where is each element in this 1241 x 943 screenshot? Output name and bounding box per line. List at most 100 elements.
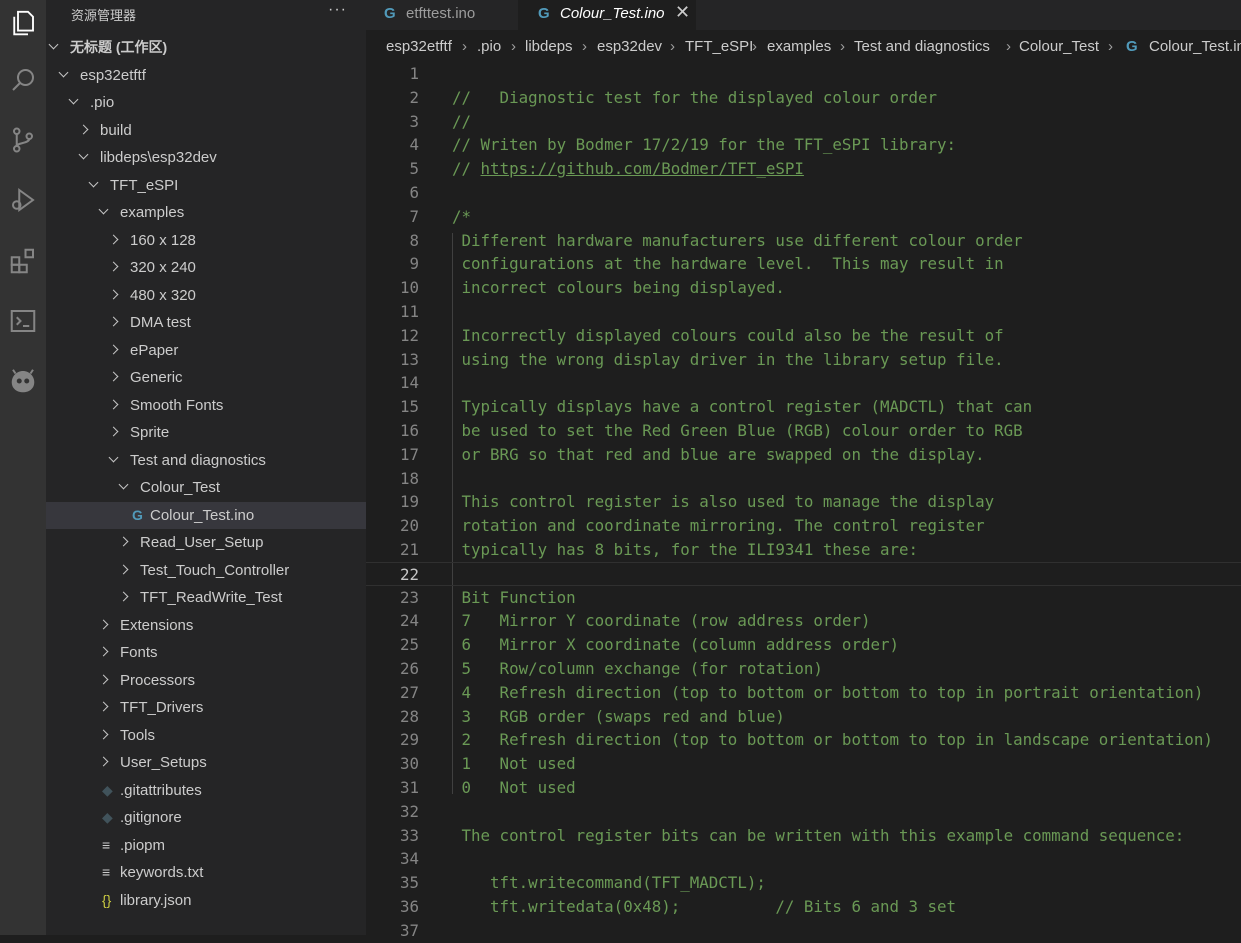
tree-folder[interactable]: esp32etftf bbox=[46, 62, 366, 89]
line-number: 28 bbox=[399, 706, 419, 726]
line-number: 36 bbox=[399, 897, 419, 916]
tree-folder[interactable]: Generic bbox=[46, 364, 366, 391]
tree-folder[interactable]: Test_Touch_Controller bbox=[46, 557, 366, 584]
editor-area: G etfttest.ino G Colour_Test.ino ✕ esp32… bbox=[366, 0, 1241, 940]
chevron-right-icon: › bbox=[752, 38, 757, 55]
tree-folder[interactable]: Extensions bbox=[46, 612, 366, 639]
terminal-icon[interactable] bbox=[0, 298, 46, 344]
breadcrumb-item[interactable]: .pio bbox=[477, 38, 501, 55]
tree-item-label: library.json bbox=[120, 891, 192, 909]
tree-folder[interactable]: DMA test bbox=[46, 309, 366, 336]
code-line: 31 0 Not used bbox=[366, 776, 1241, 800]
line-number: 16 bbox=[399, 421, 419, 440]
tree-folder[interactable]: Processors bbox=[46, 667, 366, 694]
cpp-file-icon: G bbox=[132, 506, 143, 523]
code-comment: tft.writedata(0x48); // Bits 6 and 3 set bbox=[452, 897, 957, 916]
line-number: 17 bbox=[399, 444, 419, 464]
tree-folder[interactable]: Smooth Fonts bbox=[46, 392, 366, 419]
chevron-down-icon bbox=[88, 177, 99, 187]
tab-strip: G etfttest.ino G Colour_Test.ino ✕ bbox=[366, 0, 1241, 30]
code-comment: This control register is also used to ma… bbox=[452, 492, 995, 512]
tree-folder[interactable]: TFT_eSPI bbox=[46, 172, 366, 199]
tree-folder[interactable]: TFT_ReadWrite_Test bbox=[46, 584, 366, 611]
chevron-right-icon: › bbox=[670, 38, 675, 55]
tree-folder[interactable]: examples bbox=[46, 199, 366, 226]
tree-file[interactable]: ≡ .piopm bbox=[46, 832, 366, 859]
code-line: 27 4 Refresh direction (top to bottom or… bbox=[366, 681, 1241, 705]
source-control-icon[interactable] bbox=[0, 117, 46, 163]
tree-folder[interactable]: 无标题 (工作区) bbox=[46, 34, 366, 61]
code-editor[interactable]: 1 2// Diagnostic test for the displayed c… bbox=[366, 62, 1241, 940]
tree-folder[interactable]: Colour_Test bbox=[46, 474, 366, 501]
git-file-icon: ◆ bbox=[102, 809, 113, 825]
chevron-right-icon bbox=[98, 701, 109, 712]
tree-item-label: Smooth Fonts bbox=[130, 396, 224, 414]
tree-folder[interactable]: Sprite bbox=[46, 419, 366, 446]
tree-item-label: .piopm bbox=[120, 836, 166, 854]
tree-file[interactable]: {} library.json bbox=[46, 887, 366, 914]
code-comment: 0 Not used bbox=[452, 778, 576, 797]
tree-item-label: Sprite bbox=[130, 424, 170, 441]
tree-folder[interactable]: ePaper bbox=[46, 337, 366, 364]
tree-folder[interactable]: Tools bbox=[46, 722, 366, 749]
comment-link[interactable]: https://github.com/Bodmer/TFT_eSPI bbox=[481, 159, 804, 178]
search-icon[interactable] bbox=[0, 57, 46, 103]
chevron-down-icon bbox=[108, 452, 119, 462]
platformio-icon[interactable] bbox=[0, 358, 46, 404]
tab-etfttest[interactable]: G etfttest.ino bbox=[366, 0, 518, 30]
tree-file[interactable]: ◆ .gitignore bbox=[46, 804, 366, 831]
tree-folder[interactable]: 160 x 128 bbox=[46, 227, 366, 254]
tree-folder[interactable]: Read_User_Setup bbox=[46, 529, 366, 556]
tree-folder[interactable]: .pio bbox=[46, 89, 366, 116]
breadcrumb-item[interactable]: esp32dev bbox=[597, 38, 662, 55]
chevron-right-icon bbox=[108, 261, 119, 272]
breadcrumb-item[interactable]: libdeps bbox=[525, 38, 573, 55]
breadcrumb-item[interactable]: esp32etftf bbox=[386, 38, 452, 55]
code-line: 5 // https://github.com/Bodmer/TFT_eSPI bbox=[366, 157, 1241, 181]
extensions-icon[interactable] bbox=[0, 238, 46, 284]
chevron-right-icon: › bbox=[1108, 38, 1113, 55]
tree-file[interactable]: ≡ keywords.txt bbox=[46, 859, 366, 886]
tree-file[interactable]: ◆ .gitattributes bbox=[46, 777, 366, 804]
breadcrumb-item[interactable]: Test and diagnostics bbox=[854, 38, 990, 55]
chevron-right-icon: › bbox=[582, 38, 587, 55]
code-line: 10 incorrect colours being displayed. bbox=[366, 276, 1241, 300]
code-comment: // Diagnostic test for the displayed col… bbox=[452, 87, 938, 107]
line-number: 10 bbox=[399, 278, 419, 298]
explorer-title: 资源管理器 bbox=[71, 8, 137, 23]
tree-file[interactable]: G Colour_Test.ino bbox=[46, 501, 366, 529]
tree-folder[interactable]: Test and diagnostics bbox=[46, 447, 366, 474]
code-comment: 5 Row/column exchange (for rotation) bbox=[452, 659, 823, 678]
code-comment: 3 RGB order (swaps red and blue) bbox=[452, 706, 785, 726]
chevron-right-icon: › bbox=[511, 38, 516, 55]
line-number: 4 bbox=[409, 135, 419, 155]
breadcrumb-item[interactable]: Colour_Test bbox=[1019, 38, 1099, 55]
tree-item-label: build bbox=[100, 121, 132, 139]
tree-folder[interactable]: 320 x 240 bbox=[46, 254, 366, 281]
run-debug-icon[interactable] bbox=[0, 177, 46, 223]
activity-bar bbox=[0, 0, 46, 935]
code-line: 23 Bit Function bbox=[366, 586, 1241, 610]
chevron-right-icon bbox=[108, 289, 119, 299]
line-number: 9 bbox=[409, 254, 419, 274]
breadcrumb-item[interactable]: Colour_Test.ino bbox=[1149, 38, 1241, 55]
tree-folder[interactable]: Fonts bbox=[46, 639, 366, 666]
tree-item-label: .gitattributes bbox=[120, 781, 202, 799]
code-line: 19 This control register is also used to… bbox=[366, 490, 1241, 514]
tree-folder[interactable]: 480 x 320 bbox=[46, 282, 366, 309]
json-file-icon: {} bbox=[102, 891, 112, 908]
more-actions-icon[interactable]: ··· bbox=[328, 1, 347, 19]
close-icon[interactable]: ✕ bbox=[675, 0, 690, 26]
code-line: 4 // Writen by Bodmer 17/2/19 for the TFT… bbox=[366, 133, 1241, 157]
files-icon[interactable] bbox=[0, 0, 46, 46]
breadcrumb-item[interactable]: examples bbox=[767, 38, 831, 55]
tree-folder[interactable]: TFT_Drivers bbox=[46, 694, 366, 721]
tab-colour-test[interactable]: G Colour_Test.ino ✕ bbox=[518, 0, 696, 30]
code-comment: configurations at the hardware level. Th… bbox=[452, 254, 1004, 274]
tree-item-label: Read_User_Setup bbox=[140, 534, 264, 551]
breadcrumb-item[interactable]: TFT_eSPI bbox=[685, 38, 753, 55]
tree-folder[interactable]: User_Setups bbox=[46, 749, 366, 776]
tree-folder[interactable]: build bbox=[46, 117, 366, 144]
line-number: 5 bbox=[409, 159, 419, 179]
tree-folder[interactable]: libdeps\esp32dev bbox=[46, 144, 366, 171]
